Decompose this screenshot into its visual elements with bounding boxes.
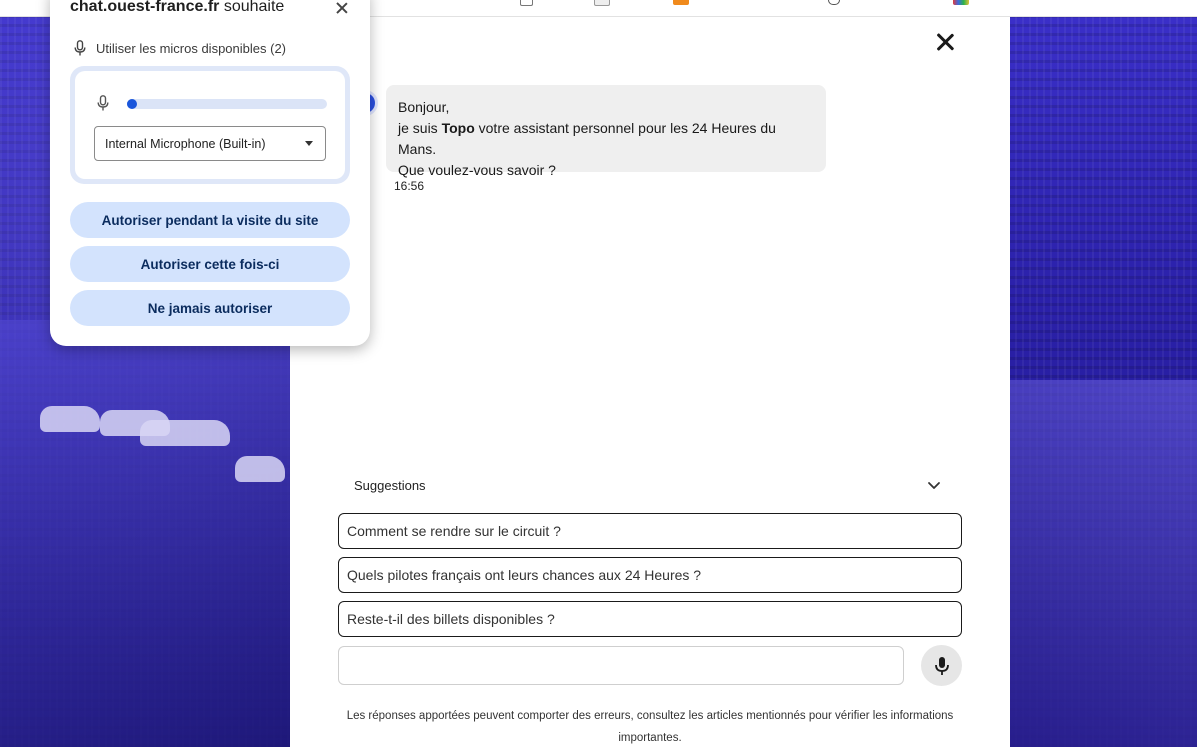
close-icon[interactable] [334,0,350,16]
suggestions-heading: Suggestions [354,478,426,493]
chat-panel: Bonjour, je suis Topo votre assistant pe… [290,17,1010,747]
chat-input[interactable] [338,646,904,685]
assistant-name: Topo [441,120,475,136]
message-timestamp: 16:56 [394,179,425,193]
suggestion-button[interactable]: Quels pilotes français ont leurs chances… [338,557,962,593]
mic-level-meter [127,99,327,109]
bookmark-icon[interactable] [828,0,840,5]
chevron-down-icon[interactable] [926,477,942,493]
microphone-button[interactable] [921,645,962,686]
permission-row: Utiliser les micros disponibles (2) [74,40,286,56]
bookmark-icon[interactable] [520,0,533,6]
allow-during-visit-button[interactable]: Autoriser pendant la visite du site [70,202,350,238]
allow-once-button[interactable]: Autoriser cette fois-ci [70,246,350,282]
mic-device-select[interactable]: Internal Microphone (Built-in) [94,126,326,161]
microphone-icon [97,95,109,111]
site-name: chat.ouest-france.fr [70,0,220,15]
race-car [40,406,100,432]
microphone-icon [74,40,86,56]
mic-permission-popup: chat.ouest-france.fr souhaite Utiliser l… [50,0,370,346]
close-icon[interactable] [934,31,956,53]
dropdown-caret-icon [305,141,313,146]
disclaimer-text: Les réponses apportées peuvent comporter… [346,710,954,744]
bookmark-icon[interactable] [953,0,969,5]
assistant-message: Bonjour, je suis Topo votre assistant pe… [386,85,826,178]
bookmark-icon[interactable] [594,0,610,6]
mic-level-fill [127,99,137,109]
microphone-icon [934,656,949,675]
background-track-right [1010,380,1197,747]
mic-device-box: Internal Microphone (Built-in) [70,66,350,184]
message-line: Que voulez-vous savoir ? [398,162,556,178]
never-allow-button[interactable]: Ne jamais autoriser [70,290,350,326]
background-track-left [0,320,290,747]
suggestion-button[interactable]: Reste-t-il des billets disponibles ? [338,601,962,637]
popup-title: chat.ouest-france.fr souhaite [70,0,284,16]
message-line: Bonjour, [398,99,450,115]
bookmark-icon[interactable] [673,0,689,5]
permission-label: Utiliser les micros disponibles (2) [96,40,286,56]
message-text: je suis [398,120,442,136]
title-text: souhaite [219,0,285,15]
selected-device: Internal Microphone (Built-in) [105,136,266,151]
race-car [140,420,230,446]
suggestion-button[interactable]: Comment se rendre sur le circuit ? [338,513,962,549]
race-car [235,456,285,482]
message-line: je suis Topo votre assistant personnel p… [398,118,814,160]
